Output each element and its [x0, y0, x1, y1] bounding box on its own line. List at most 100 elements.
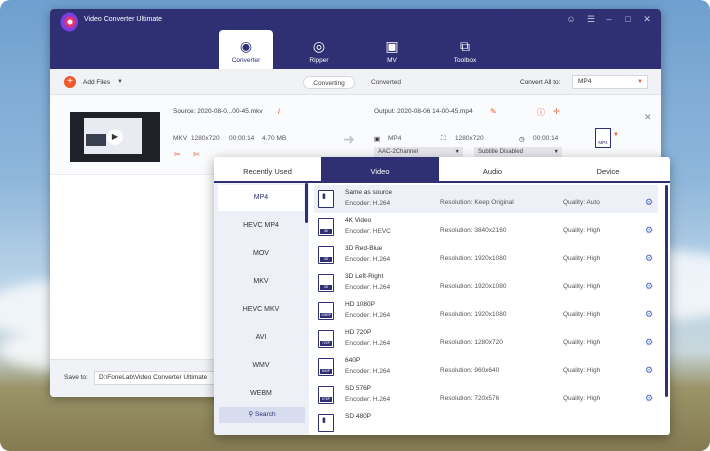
3d-icon: 3D: [318, 274, 334, 292]
cut-icon[interactable]: ✄: [193, 150, 200, 159]
image-icon: ▣: [385, 38, 399, 54]
source-format: MKV: [173, 135, 188, 142]
tab-audio[interactable]: Audio: [439, 157, 546, 181]
4k-icon: 4K: [318, 218, 334, 236]
preset-resolution: Resolution: 1920x1080: [440, 283, 507, 290]
preset-encoder: Encoder: H.264: [345, 256, 391, 263]
chevron-down-icon: ▼: [637, 79, 643, 85]
tab-mv[interactable]: ▣ MV: [365, 30, 419, 70]
sd-480p-icon: ▮: [318, 414, 334, 432]
hd-720p-icon: 720P: [318, 330, 334, 348]
preset-name: 4K Video: [345, 217, 372, 224]
category-webm[interactable]: WEBM: [218, 381, 304, 407]
search-button[interactable]: ⚲ Search: [219, 407, 305, 423]
category-hevc-mkv[interactable]: HEVC MKV: [218, 297, 304, 323]
close-icon[interactable]: ✕: [641, 13, 653, 25]
gear-icon[interactable]: ⚙: [645, 281, 653, 292]
preset-quality: Quality: High: [563, 227, 601, 234]
preset-encoder: Encoder: H.264: [345, 312, 391, 319]
title-bar: Video Converter Ultimate ☺ ☰ – □ ✕ ◉ Con…: [50, 9, 661, 70]
gear-icon[interactable]: ⚙: [645, 309, 653, 320]
gear-icon[interactable]: ⚙: [645, 197, 653, 208]
arrow-right-icon: ➜: [343, 131, 355, 147]
file-icon: ▮: [318, 190, 334, 208]
preset-row[interactable]: ▮ Same as source Encoder: H.264 Resoluti…: [314, 185, 658, 213]
preset-encoder: Encoder: H.264: [345, 284, 391, 291]
output-resolution: 1280x720: [455, 135, 484, 142]
preset-row[interactable]: 3D 3D Red-Blue Encoder: H.264 Resolution…: [314, 241, 658, 269]
gear-icon[interactable]: ⚙: [645, 337, 653, 348]
remove-file-icon[interactable]: ✕: [644, 112, 652, 123]
gear-icon[interactable]: ⚙: [645, 253, 653, 264]
audio-track-select[interactable]: AAC-2Channel ▼: [374, 147, 463, 157]
play-icon[interactable]: ▶: [107, 129, 123, 145]
toolbar: + Add Files ▼ Converting Converted Conve…: [50, 69, 661, 95]
preset-row[interactable]: 1080P HD 1080P Encoder: H.264 Resolution…: [314, 297, 658, 325]
preset-resolution: Resolution: 720x576: [440, 395, 500, 402]
preset-row[interactable]: 4K 4K Video Encoder: HEVC Resolution: 38…: [314, 213, 658, 241]
preset-encoder: Encoder: HEVC: [345, 228, 391, 235]
output-format-badge[interactable]: MP4: [595, 128, 611, 148]
chevron-down-icon[interactable]: ▼: [117, 79, 123, 85]
preset-row[interactable]: 640P 640P Encoder: H.264 Resolution: 960…: [314, 353, 658, 381]
converted-tab[interactable]: Converted: [361, 76, 411, 89]
save-path-field[interactable]: D:\FoneLab\Video Converter Ultimate: [94, 371, 224, 385]
add-files-button[interactable]: Add Files: [83, 79, 110, 86]
preset-name: 3D Red-Blue: [345, 245, 383, 252]
category-wmv[interactable]: WMV: [218, 353, 304, 379]
disc-icon: ◎: [312, 38, 326, 54]
tab-toolbox[interactable]: ⧉ Toolbox: [438, 30, 492, 70]
preset-row[interactable]: ▮ SD 480P: [314, 409, 658, 435]
film-icon: ▣: [374, 136, 381, 143]
subtitle-value: Subtitle Disabled: [478, 149, 524, 155]
subtitle-select[interactable]: Subtitle Disabled ▼: [474, 147, 562, 157]
gear-icon[interactable]: ⚙: [645, 393, 653, 404]
category-mov[interactable]: MOV: [218, 241, 304, 267]
gear-icon[interactable]: ⚙: [645, 225, 653, 236]
menu-icon[interactable]: ☰: [585, 13, 597, 25]
add-files-icon[interactable]: +: [64, 76, 76, 88]
preset-row[interactable]: 576P SD 576P Encoder: H.264 Resolution: …: [314, 381, 658, 409]
3d-icon: 3D: [318, 246, 334, 264]
thumbnail-detail: [86, 134, 106, 146]
converting-tab[interactable]: Converting: [303, 76, 355, 89]
chevron-down-icon: ▼: [454, 149, 460, 155]
category-mp4[interactable]: MP4: [218, 185, 304, 211]
preset-encoder: Encoder: H.264: [345, 368, 391, 375]
preset-encoder: Encoder: H.264: [345, 396, 391, 403]
preset-quality: Quality: High: [563, 367, 601, 374]
chevron-down-icon[interactable]: ▼: [613, 132, 619, 138]
preset-row[interactable]: 720P HD 720P Encoder: H.264 Resolution: …: [314, 325, 658, 353]
tab-converter[interactable]: ◉ Converter: [219, 30, 273, 70]
search-icon: ⚲: [248, 411, 255, 418]
feedback-icon[interactable]: ☺: [565, 13, 577, 25]
info-icon[interactable]: i: [278, 107, 280, 116]
output-duration: 00:00:14: [533, 135, 559, 142]
trim-icon[interactable]: ✂: [174, 150, 181, 159]
convert-all-select[interactable]: MP4 ▼: [572, 75, 648, 89]
minimize-icon[interactable]: –: [603, 13, 615, 25]
warning-icon[interactable]: ⓘ: [537, 107, 545, 118]
preset-row[interactable]: 3D 3D Left-Right Encoder: H.264 Resoluti…: [314, 269, 658, 297]
preset-scrollbar[interactable]: [665, 185, 668, 397]
tab-ripper[interactable]: ◎ Ripper: [292, 30, 346, 70]
category-mkv[interactable]: MKV: [218, 269, 304, 295]
category-hevc-mp4[interactable]: HEVC MP4: [218, 213, 304, 239]
crop-icon[interactable]: ✛: [553, 107, 560, 116]
category-scrollbar[interactable]: [305, 183, 308, 223]
edit-icon[interactable]: ✎: [490, 107, 497, 116]
tab-video[interactable]: Video: [321, 157, 439, 181]
source-duration: 00:00:14: [229, 135, 255, 142]
tab-device[interactable]: Device: [546, 157, 670, 181]
convert-all-value: MP4: [578, 78, 592, 85]
preset-resolution: Resolution: 1280x720: [440, 339, 503, 346]
category-avi[interactable]: AVI: [218, 325, 304, 351]
maximize-icon[interactable]: □: [622, 13, 634, 25]
preset-name: 640P: [345, 357, 361, 364]
video-thumbnail[interactable]: ▶: [70, 112, 160, 162]
output-filename: Output: 2020-08-06 14-00-45.mp4: [374, 108, 473, 115]
chevron-down-icon: ▼: [553, 149, 559, 155]
gear-icon[interactable]: ⚙: [645, 365, 653, 376]
format-popup: Recently Used Video Audio Device MP4 HEV…: [214, 157, 670, 435]
tab-recently-used[interactable]: Recently Used: [214, 157, 321, 181]
